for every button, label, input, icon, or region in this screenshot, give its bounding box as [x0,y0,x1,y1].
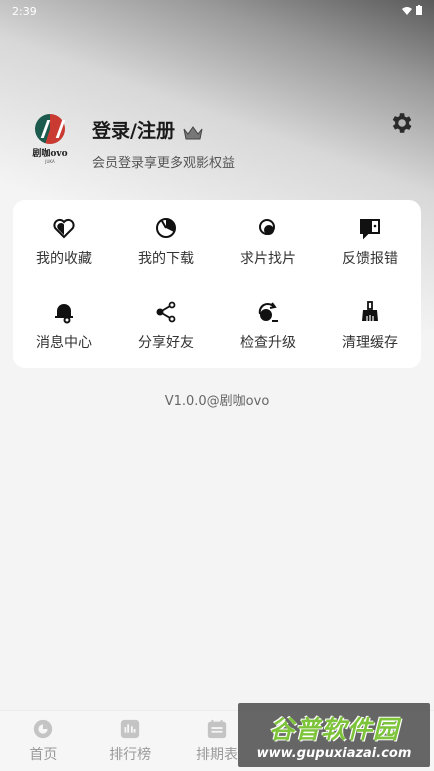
watermark-title: 谷普软件园 [268,714,399,744]
search-film-icon [259,219,275,235]
broom-icon [362,301,378,321]
nav-item-home[interactable]: 首页 [0,711,87,771]
menu-item-request-film[interactable]: 求片找片 [217,200,319,284]
heart-icon [53,218,75,239]
wifi-icon [402,5,412,18]
status-bar: 2:39 [0,0,434,22]
menu-item-label: 我的下载 [138,251,194,267]
avatar[interactable]: 剧咖ovo JUKA [28,114,72,174]
menu-item-share[interactable]: 分享好友 [115,284,217,368]
gear-icon [392,113,412,133]
menu-item-label: 检查升级 [240,335,296,351]
menu-item-label: 消息中心 [36,335,92,351]
menu-item-label: 清理缓存 [342,335,398,351]
home-icon [34,719,53,739]
nav-item-label: 排行榜 [109,747,152,763]
ranking-icon [121,719,140,739]
watermark: 谷普软件园 www.gupuxiazai.com [238,703,430,767]
menu-item-label: 求片找片 [240,251,296,267]
crown-icon [183,123,203,139]
menu-item-check-update[interactable]: 检查升级 [217,284,319,368]
menu-item-messages[interactable]: 消息中心 [13,284,115,368]
feedback-icon [360,219,380,240]
nav-item-label: 排期表 [195,747,238,763]
status-time: 2:39 [12,4,37,18]
app-logo-icon [35,114,65,144]
share-icon [156,301,176,323]
login-subtitle: 会员登录享更多观影权益 [92,156,236,171]
update-icon [258,302,278,322]
menu-item-label: 我的收藏 [36,251,92,267]
battery-icon [416,4,422,18]
watermark-url: www.gupuxiazai.com [256,745,412,761]
nav-item-label: 首页 [29,747,58,763]
menu-item-favorites[interactable]: 我的收藏 [13,200,115,284]
avatar-text: 剧咖ovo [32,149,68,159]
settings-button[interactable] [388,110,414,136]
bell-icon [55,304,73,324]
version-text: V1.0.0@剧咖ovo [164,394,270,409]
profile-section[interactable]: 剧咖ovo JUKA 登录/注册 会员登录享更多观影权益 [28,110,418,180]
menu-item-feedback[interactable]: 反馈报错 [319,200,421,284]
login-title: 登录/注册 [92,120,175,142]
menu-item-downloads[interactable]: 我的下载 [115,200,217,284]
status-icons [402,4,422,18]
calendar-icon [207,719,227,739]
menu-card: 我的收藏 我的下载 求片找片 反馈报错 消息中心 分享好友 检查升级 清理缓存 [13,200,421,368]
menu-item-label: 分享好友 [138,335,194,351]
nav-item-ranking[interactable]: 排行榜 [87,711,174,771]
login-register-link[interactable]: 登录/注册 [92,116,203,143]
menu-item-clear-cache[interactable]: 清理缓存 [319,284,421,368]
menu-item-label: 反馈报错 [342,251,398,267]
avatar-subtext: JUKA [45,159,55,164]
download-icon [156,218,176,238]
